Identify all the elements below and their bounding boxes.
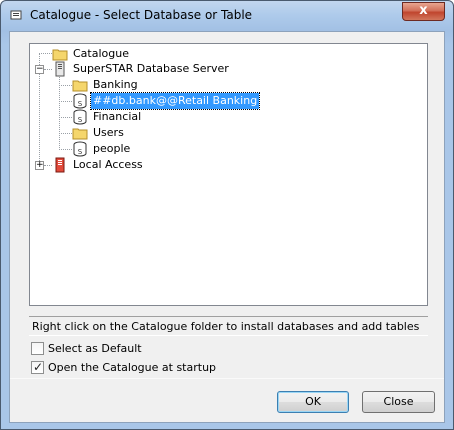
tree-connector [59, 77, 61, 150]
catalogue-app-icon [10, 10, 22, 20]
checkbox-box[interactable] [31, 342, 44, 355]
tree-item-label: Financial [93, 110, 142, 123]
tree-connector [59, 117, 72, 119]
svg-text:S: S [78, 116, 83, 124]
tree-item-label: Local Access [73, 158, 143, 171]
close-window-button[interactable]: x [402, 2, 445, 21]
folder-icon [72, 80, 88, 92]
database-icon: S [73, 141, 87, 157]
instruction-hint: Right click on the Catalogue folder to i… [29, 316, 428, 336]
ok-button[interactable]: OK [277, 391, 349, 413]
tree-item-label: people [93, 142, 131, 155]
tree-connector [59, 101, 72, 103]
local-server-icon [55, 157, 65, 173]
tree-item-label: Banking [93, 78, 138, 91]
title-bar[interactable]: Catalogue - Select Database or Table x [1, 1, 453, 31]
expand-toggle-icon[interactable]: + [35, 161, 44, 170]
checkbox-box[interactable]: ✓ [31, 360, 44, 374]
folder-icon [72, 128, 88, 140]
tree-connector [59, 149, 72, 151]
tree-connector [44, 69, 52, 71]
tree-item-label: Users [93, 126, 124, 139]
close-button[interactable]: Close [362, 391, 435, 413]
checkbox-label: Select as Default [48, 342, 142, 355]
svg-text:S: S [78, 100, 83, 108]
divider [10, 378, 444, 379]
server-icon [55, 61, 65, 77]
tree-item-label: Catalogue [73, 47, 129, 60]
tree-connector [59, 133, 72, 135]
database-icon: S [73, 109, 87, 125]
tree-connector [44, 165, 52, 167]
window-title: Catalogue - Select Database or Table [30, 8, 253, 22]
database-icon: S [73, 93, 87, 109]
collapse-toggle-icon[interactable]: − [35, 65, 44, 74]
dialog-body: − + Catalogue SuperSTAR Database Server [9, 31, 445, 423]
dialog-window: Catalogue - Select Database or Table x −… [0, 0, 454, 430]
svg-text:S: S [78, 148, 83, 156]
tree-item-label: SuperSTAR Database Server [73, 62, 229, 75]
tree-item-label: ##db.bank@@Retail Banking [89, 92, 261, 110]
checkbox-label: Open the Catalogue at startup [48, 361, 217, 374]
tree-connector [59, 85, 72, 87]
catalogue-tree[interactable]: − + Catalogue SuperSTAR Database Server [29, 43, 428, 306]
folder-icon [52, 49, 68, 61]
checkmark-icon: ✓ [33, 360, 44, 374]
